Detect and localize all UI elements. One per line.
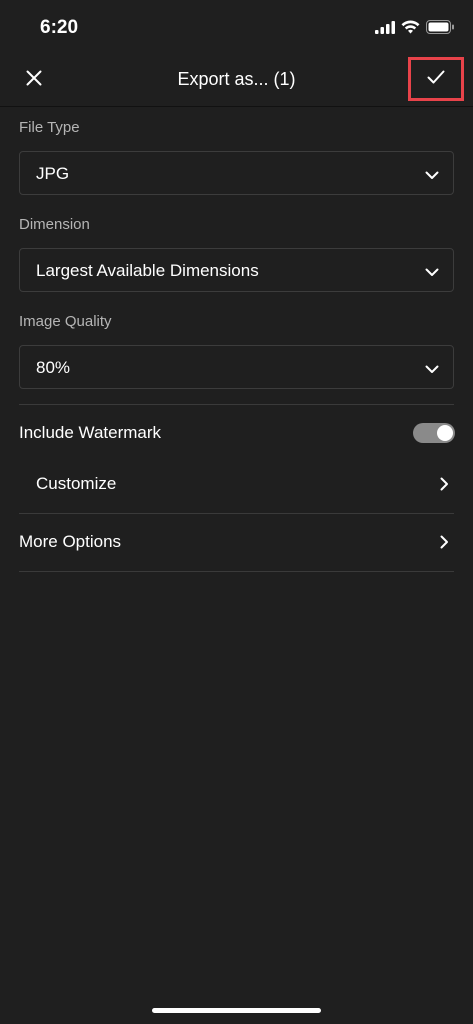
dimension-value: Largest Available Dimensions [36,261,259,280]
header-bar: Export as... (1) [0,56,473,107]
include-watermark-toggle[interactable] [413,423,455,443]
home-indicator [152,1008,321,1013]
chevron-down-icon [425,361,439,379]
status-time: 6:20 [40,17,79,38]
chevron-right-icon[interactable] [440,535,449,554]
dimension-select[interactable]: Largest Available Dimensions [19,248,454,292]
status-icons [375,20,455,39]
dimension-label: Dimension [19,216,90,233]
image-quality-label: Image Quality [19,313,112,330]
file-type-value: JPG [36,164,70,183]
image-quality-select[interactable]: 80% [19,345,454,389]
customize-link[interactable]: Customize [36,474,116,494]
more-options-link[interactable]: More Options [19,532,121,552]
divider [19,404,454,405]
battery-icon [426,20,455,39]
image-quality-value: 80% [36,358,71,377]
checkmark-icon [427,70,445,89]
chevron-right-icon[interactable] [440,477,449,496]
divider [19,571,454,572]
file-type-select[interactable]: JPG [19,151,454,195]
chevron-down-icon [425,264,439,282]
include-watermark-label: Include Watermark [19,423,162,442]
divider [19,513,454,514]
status-bar: 6:20 [0,0,473,56]
confirm-export-button[interactable] [408,57,464,101]
toggle-knob [437,425,453,441]
cellular-signal-icon [375,20,395,39]
wifi-icon [401,20,420,39]
chevron-down-icon [425,167,439,185]
file-type-label: File Type [19,119,80,136]
page-title: Export as... (1) [177,69,296,89]
